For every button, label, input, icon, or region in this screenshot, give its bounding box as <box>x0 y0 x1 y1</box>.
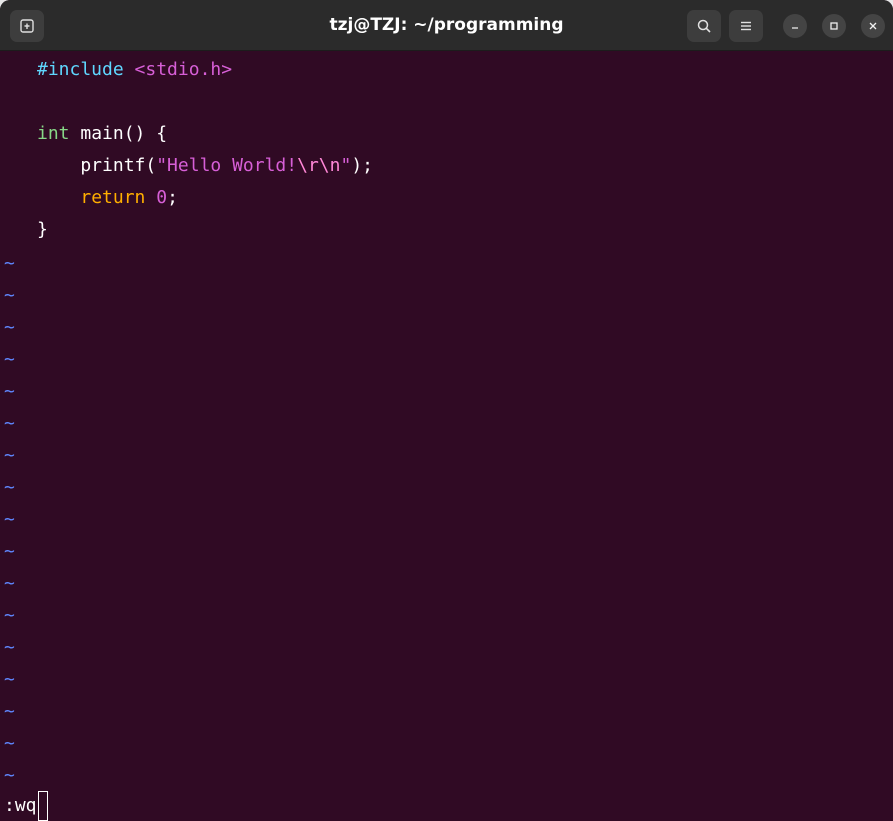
code-token: ; <box>167 187 178 208</box>
new-tab-icon <box>20 19 34 33</box>
tilde-marker: ~ <box>4 541 15 562</box>
code-token: return <box>80 187 146 208</box>
code-token: \r\n <box>297 155 341 176</box>
tilde-marker: ~ <box>4 765 15 786</box>
tilde-marker: ~ <box>4 349 15 370</box>
maximize-button[interactable] <box>822 14 846 38</box>
tilde-marker: ~ <box>4 733 15 754</box>
tilde-marker: ~ <box>4 637 15 658</box>
code-line[interactable]: #include <stdio.h> <box>37 54 232 86</box>
code-token: #include <box>37 59 135 80</box>
hamburger-menu-icon <box>741 21 751 31</box>
terminal-window: tzj@TZJ: ~/programming #include <stdio.h… <box>0 0 893 821</box>
matched-bracket: } <box>37 219 48 240</box>
command-line[interactable]: :wq <box>4 790 48 821</box>
minimize-icon <box>792 27 798 29</box>
text-cursor <box>37 791 48 821</box>
code-line[interactable]: } <box>37 214 48 246</box>
tilde-marker: ~ <box>4 605 15 626</box>
tilde-marker: ~ <box>4 445 15 466</box>
vim-editor[interactable]: #include <stdio.h> int main() { printf("H… <box>0 52 893 821</box>
tilde-marker: ~ <box>4 253 15 274</box>
close-button[interactable] <box>861 14 885 38</box>
code-line[interactable]: int main() { <box>37 118 167 150</box>
matched-bracket: { <box>156 123 168 144</box>
tilde-marker: ~ <box>4 509 15 530</box>
tilde-marker: ~ <box>4 381 15 402</box>
minimize-button[interactable] <box>783 14 807 38</box>
command-text: :wq <box>4 795 37 816</box>
tilde-marker: ~ <box>4 285 15 306</box>
code-token: main() <box>69 123 157 144</box>
close-icon <box>869 22 877 30</box>
code-line[interactable]: return 0; <box>37 182 178 214</box>
code-token: <stdio.h> <box>134 59 233 80</box>
code-token: " <box>340 155 352 176</box>
tilde-marker: ~ <box>4 317 15 338</box>
code-token: int <box>37 123 70 144</box>
search-button[interactable] <box>687 10 721 42</box>
tilde-marker: ~ <box>4 413 15 434</box>
menu-button[interactable] <box>729 10 763 42</box>
tilde-marker: ~ <box>4 669 15 690</box>
tilde-marker: ~ <box>4 573 15 594</box>
tilde-marker: ~ <box>4 701 15 722</box>
maximize-icon <box>830 22 838 30</box>
code-token: 0 <box>156 187 168 208</box>
title-bar: tzj@TZJ: ~/programming <box>0 0 893 51</box>
code-token: printf( <box>37 155 157 176</box>
code-token: ); <box>351 155 373 176</box>
code-token: "Hello World! <box>156 155 298 176</box>
code-line[interactable]: printf("Hello World!\r\n"); <box>37 150 373 182</box>
search-icon <box>697 19 711 33</box>
tilde-marker: ~ <box>4 477 15 498</box>
new-tab-button[interactable] <box>10 10 44 42</box>
